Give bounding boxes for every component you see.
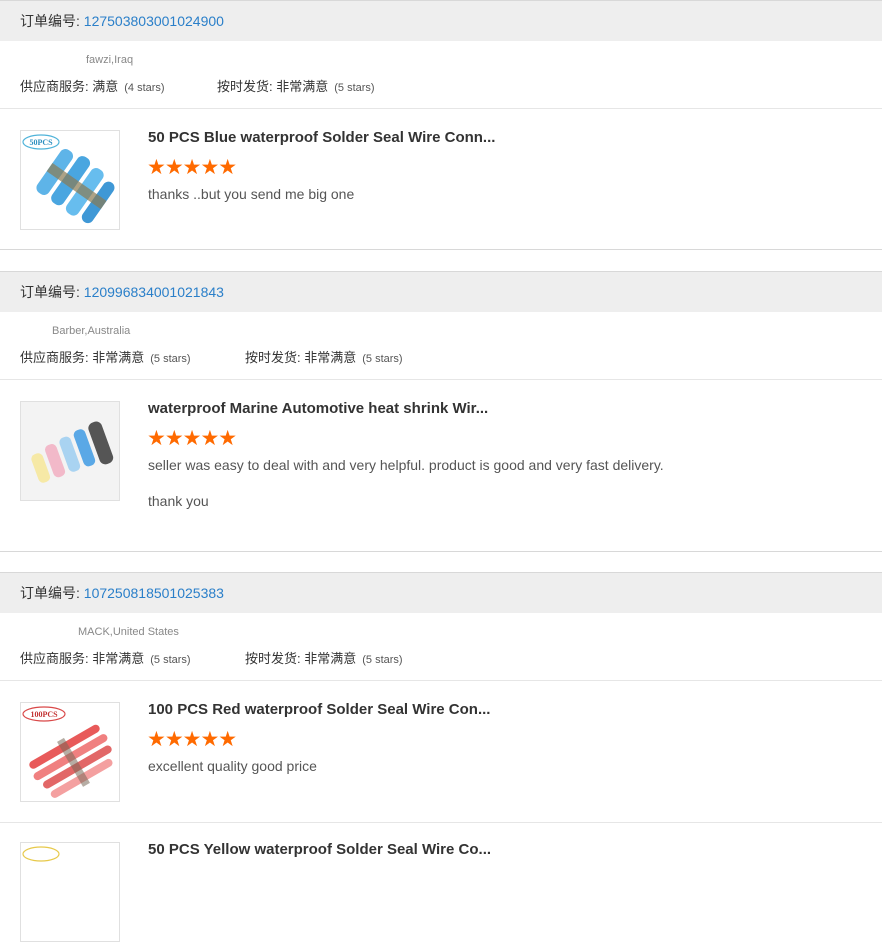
buyer-name: MACK,United States	[78, 626, 179, 638]
divider	[0, 249, 882, 250]
supplier-service-rating: 供应商服务: 非常满意 (5 stars)	[20, 350, 191, 365]
divider	[0, 379, 882, 380]
review-comment: thank you	[148, 493, 209, 509]
seller-ratings: 供应商服务: 满意 (4 stars) 按时发货: 非常满意 (5 stars)	[20, 76, 880, 94]
product-title-link[interactable]: 50 PCS Yellow waterproof Solder Seal Wir…	[148, 841, 491, 858]
order-header: 订单编号: 120996834001021843	[0, 271, 882, 312]
product-star-rating: ★★★★★	[147, 728, 237, 751]
supplier-service-rating: 供应商服务: 满意 (4 stars)	[20, 79, 165, 94]
seller-ratings: 供应商服务: 非常满意 (5 stars) 按时发货: 非常满意 (5 stars)	[20, 347, 880, 365]
product-title-link[interactable]: 100 PCS Red waterproof Solder Seal Wire …	[148, 701, 490, 718]
badge-text: 50PCS	[29, 138, 53, 147]
product-title-link[interactable]: 50 PCS Blue waterproof Solder Seal Wire …	[148, 129, 495, 146]
review-comment: excellent quality good price	[148, 758, 317, 774]
order-number-link[interactable]: 127503803001024900	[84, 13, 224, 29]
buyer-name: Barber,Australia	[52, 325, 131, 337]
product-thumbnail[interactable]: 100PCS	[20, 702, 120, 802]
order-number-label: 订单编号: 127503803001024900	[20, 13, 224, 29]
divider	[0, 680, 882, 681]
product-thumbnail[interactable]	[20, 401, 120, 501]
review-comment: thanks ..but you send me big one	[148, 186, 355, 202]
order-number-link[interactable]: 120996834001021843	[84, 284, 224, 300]
review-comment: seller was easy to deal with and very he…	[148, 457, 664, 473]
ship-on-time-rating: 按时发货: 非常满意 (5 stars)	[245, 350, 403, 365]
seller-ratings: 供应商服务: 非常满意 (5 stars) 按时发货: 非常满意 (5 stars)	[20, 648, 880, 666]
divider	[0, 108, 882, 109]
product-star-rating: ★★★★★	[147, 427, 237, 450]
product-thumbnail[interactable]	[20, 842, 120, 942]
ship-on-time-rating: 按时发货: 非常满意 (5 stars)	[217, 79, 375, 94]
divider	[0, 551, 882, 552]
product-star-rating: ★★★★★	[147, 156, 237, 179]
order-number-label: 订单编号: 107250818501025383	[20, 585, 224, 601]
badge-text: 100PCS	[30, 710, 58, 719]
ship-on-time-rating: 按时发货: 非常满意 (5 stars)	[245, 651, 403, 666]
supplier-service-rating: 供应商服务: 非常满意 (5 stars)	[20, 651, 191, 666]
buyer-name: fawzi,Iraq	[86, 54, 134, 66]
order-header: 订单编号: 127503803001024900	[0, 0, 882, 41]
order-number-link[interactable]: 107250818501025383	[84, 585, 224, 601]
order-header: 订单编号: 107250818501025383	[0, 572, 882, 613]
product-title-link[interactable]: waterproof Marine Automotive heat shrink…	[148, 400, 488, 417]
divider	[0, 822, 882, 823]
product-thumbnail[interactable]: 50PCS	[20, 130, 120, 230]
order-number-label: 订单编号: 120996834001021843	[20, 284, 224, 300]
